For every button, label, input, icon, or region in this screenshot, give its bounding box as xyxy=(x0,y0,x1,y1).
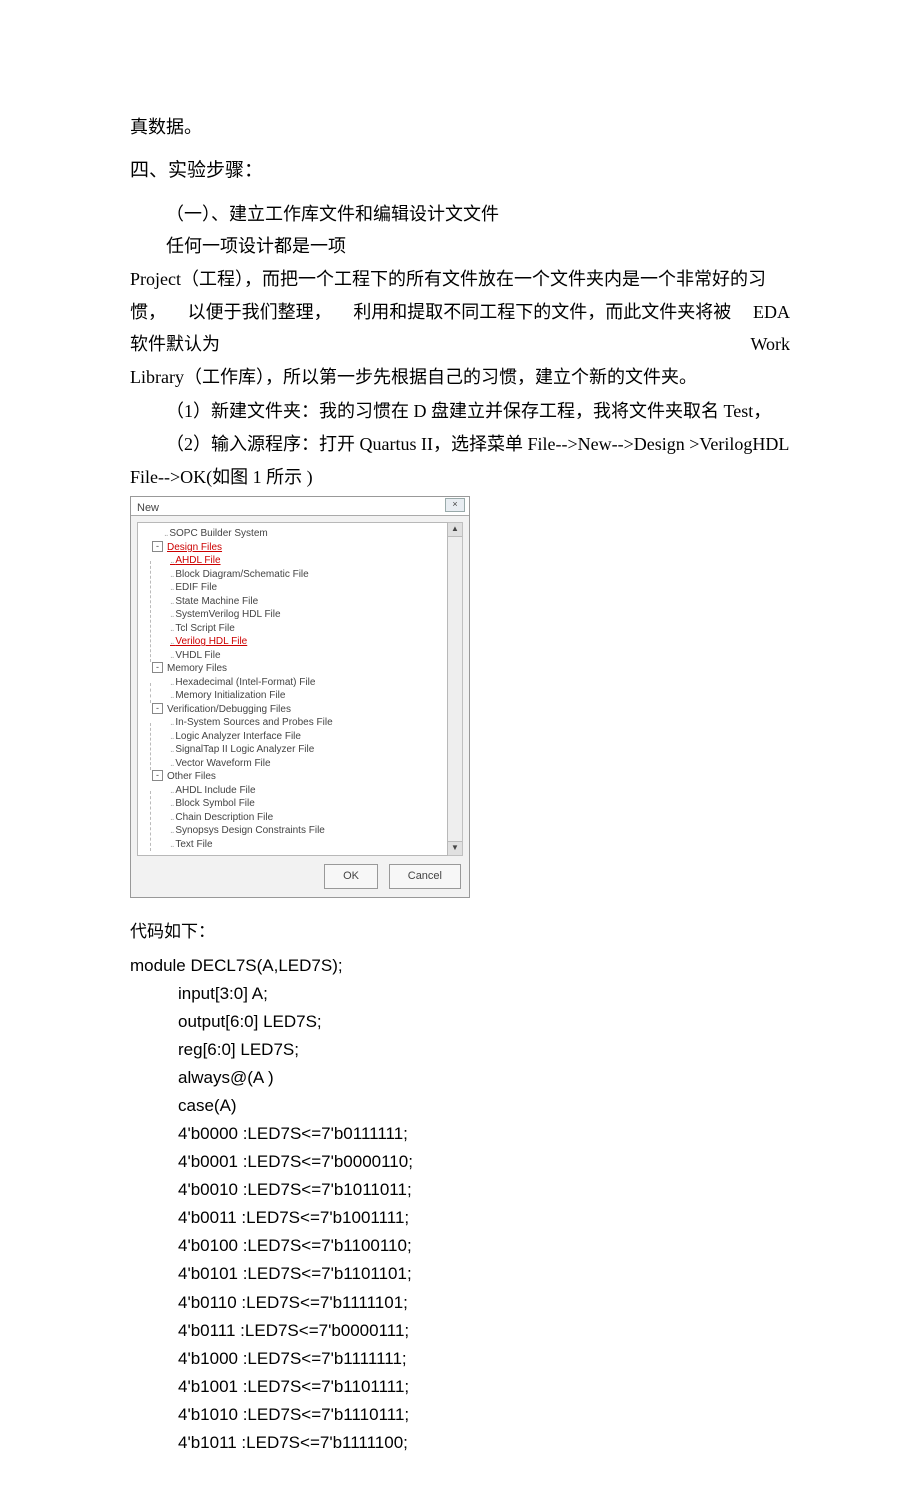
paragraph: 任何一项设计都是一项 xyxy=(130,231,790,262)
tree-item-selected[interactable]: Verilog HDL File xyxy=(170,635,441,649)
code-line: 4'b1000 :LED7S<=7'b1111111; xyxy=(130,1345,790,1373)
tree-item[interactable]: Text File xyxy=(170,838,441,852)
tree-parent[interactable]: -Design Files xyxy=(144,541,441,555)
tree-group-other-files: -Other Files AHDL Include File Block Sym… xyxy=(144,770,441,851)
subsection-heading: （一）、建立工作库文件和编辑设计文文件 xyxy=(130,199,790,230)
step-1: （1）新建文件夹：我的习惯在 D 盘建立并保存工程，我将文件夹取名 Test， xyxy=(130,396,790,427)
tree-children: In-System Sources and Probes File Logic … xyxy=(144,716,441,770)
paragraph: Library（工作库），所以第一步先根据自己的习惯，建立个新的文件夹。 xyxy=(130,362,790,393)
tree-item[interactable]: EDIF File xyxy=(170,581,441,595)
tree-parent-label: Memory Files xyxy=(167,663,227,674)
minus-icon: - xyxy=(152,703,163,714)
document-page: 真数据。 四、实验步骤： （一）、建立工作库文件和编辑设计文文件 任何一项设计都… xyxy=(0,0,920,1497)
tree-item[interactable]: Tcl Script File xyxy=(170,622,441,636)
tree-item[interactable]: Hexadecimal (Intel-Format) File xyxy=(170,676,441,690)
tree-item[interactable]: Memory Initialization File xyxy=(170,689,441,703)
paragraph-fragment: 真数据。 xyxy=(130,112,790,143)
new-dialog: New × SOPC Builder System -Design Files … xyxy=(130,496,470,898)
dialog-title: New xyxy=(137,502,159,514)
tree-item[interactable]: Block Symbol File xyxy=(170,797,441,811)
tree-parent-label: Design Files xyxy=(167,542,222,553)
text: 软件默认为 xyxy=(130,329,220,360)
code-line: module DECL7S(A,LED7S); xyxy=(130,952,790,980)
code-lead-text: 代码如下： xyxy=(130,918,790,946)
code-line: 4'b0100 :LED7S<=7'b1100110; xyxy=(130,1232,790,1260)
tree-item[interactable]: SignalTap II Logic Analyzer File xyxy=(170,743,441,757)
tree-item[interactable]: Logic Analyzer Interface File xyxy=(170,730,441,744)
tree-children: AHDL File Block Diagram/Schematic File E… xyxy=(144,554,441,662)
step-2-cont: File-->OK(如图 1 所示 ) xyxy=(130,462,790,493)
tree-parent[interactable]: -Memory Files xyxy=(144,662,441,676)
tree-item[interactable]: AHDL Include File xyxy=(170,784,441,798)
code-line: reg[6:0] LED7S; xyxy=(130,1036,790,1064)
ok-button[interactable]: OK xyxy=(324,864,378,889)
tree-group-verification: -Verification/Debugging Files In-System … xyxy=(144,703,441,771)
dialog-footer: OK Cancel xyxy=(131,860,469,897)
tree-group-memory-files: -Memory Files Hexadecimal (Intel-Format)… xyxy=(144,662,441,703)
code-listing: 代码如下： module DECL7S(A,LED7S); input[3:0]… xyxy=(130,918,790,1457)
code-line: output[6:0] LED7S; xyxy=(130,1008,790,1036)
file-type-tree[interactable]: SOPC Builder System -Design Files AHDL F… xyxy=(137,522,448,856)
scroll-up-icon[interactable]: ▲ xyxy=(448,523,462,537)
paragraph: Project（工程），而把一个工程下的所有文件放在一个文件夹内是一个非常好的习 xyxy=(130,264,790,295)
tree-item[interactable]: Chain Description File xyxy=(170,811,441,825)
code-line: 4'b0101 :LED7S<=7'b1101101; xyxy=(130,1260,790,1288)
scroll-down-icon[interactable]: ▼ xyxy=(448,841,462,855)
tree-item[interactable]: SystemVerilog HDL File xyxy=(170,608,441,622)
tree-parent[interactable]: -Other Files xyxy=(144,770,441,784)
tree-children: Hexadecimal (Intel-Format) File Memory I… xyxy=(144,676,441,703)
text: 利用和提取不同工程下的文件，而此文件夹将被 xyxy=(353,297,731,328)
dialog-titlebar: New × xyxy=(131,497,469,516)
cancel-button[interactable]: Cancel xyxy=(389,864,461,889)
tree-item[interactable]: Synopsys Design Constraints File xyxy=(170,824,441,838)
tree-item[interactable]: Block Diagram/Schematic File xyxy=(170,568,441,582)
dialog-body: SOPC Builder System -Design Files AHDL F… xyxy=(131,516,469,860)
tree-children: AHDL Include File Block Symbol File Chai… xyxy=(144,784,441,852)
code-line: input[3:0] A; xyxy=(130,980,790,1008)
tree-item[interactable]: AHDL File xyxy=(170,554,441,568)
text: 以便于我们整理， xyxy=(188,297,332,328)
tree-item[interactable]: Vector Waveform File xyxy=(170,757,441,771)
code-line: always@(A ) xyxy=(130,1064,790,1092)
section-heading: 四、实验步骤： xyxy=(130,155,790,187)
tree-parent-label: Verification/Debugging Files xyxy=(167,704,291,715)
tree-parent[interactable]: -Verification/Debugging Files xyxy=(144,703,441,717)
close-icon[interactable]: × xyxy=(445,498,465,512)
step-2: （2）输入源程序：打开 Quartus II，选择菜单 File-->New--… xyxy=(130,429,790,460)
code-line: 4'b0111 :LED7S<=7'b0000111; xyxy=(130,1317,790,1345)
code-line: 4'b0001 :LED7S<=7'b0000110; xyxy=(130,1148,790,1176)
code-line: case(A) xyxy=(130,1092,790,1120)
code-line: 4'b0011 :LED7S<=7'b1001111; xyxy=(130,1204,790,1232)
tree-item[interactable]: VHDL File xyxy=(170,649,441,663)
code-line: 4'b1011 :LED7S<=7'b1111100; xyxy=(130,1429,790,1457)
code-line: 4'b1001 :LED7S<=7'b1101111; xyxy=(130,1373,790,1401)
minus-icon: - xyxy=(152,770,163,781)
tree-group-design-files: -Design Files AHDL File Block Diagram/Sc… xyxy=(144,541,441,663)
minus-icon: - xyxy=(152,541,163,552)
tree-item[interactable]: SOPC Builder System xyxy=(144,527,441,541)
text: Work xyxy=(750,329,790,360)
code-line: 4'b0010 :LED7S<=7'b1011011; xyxy=(130,1176,790,1204)
code-line: 4'b1010 :LED7S<=7'b1110111; xyxy=(130,1401,790,1429)
code-line: 4'b0000 :LED7S<=7'b0111111; xyxy=(130,1120,790,1148)
text: 惯， xyxy=(130,297,166,328)
minus-icon: - xyxy=(152,662,163,673)
paragraph: 惯， 以便于我们整理， 利用和提取不同工程下的文件，而此文件夹将被 EDA xyxy=(130,297,790,328)
tree-item[interactable]: In-System Sources and Probes File xyxy=(170,716,441,730)
tree-parent-label: Other Files xyxy=(167,771,216,782)
paragraph: 软件默认为 Work xyxy=(130,329,790,360)
scrollbar[interactable]: ▲ ▼ xyxy=(448,522,463,856)
text: EDA xyxy=(753,297,790,328)
tree-item[interactable]: State Machine File xyxy=(170,595,441,609)
